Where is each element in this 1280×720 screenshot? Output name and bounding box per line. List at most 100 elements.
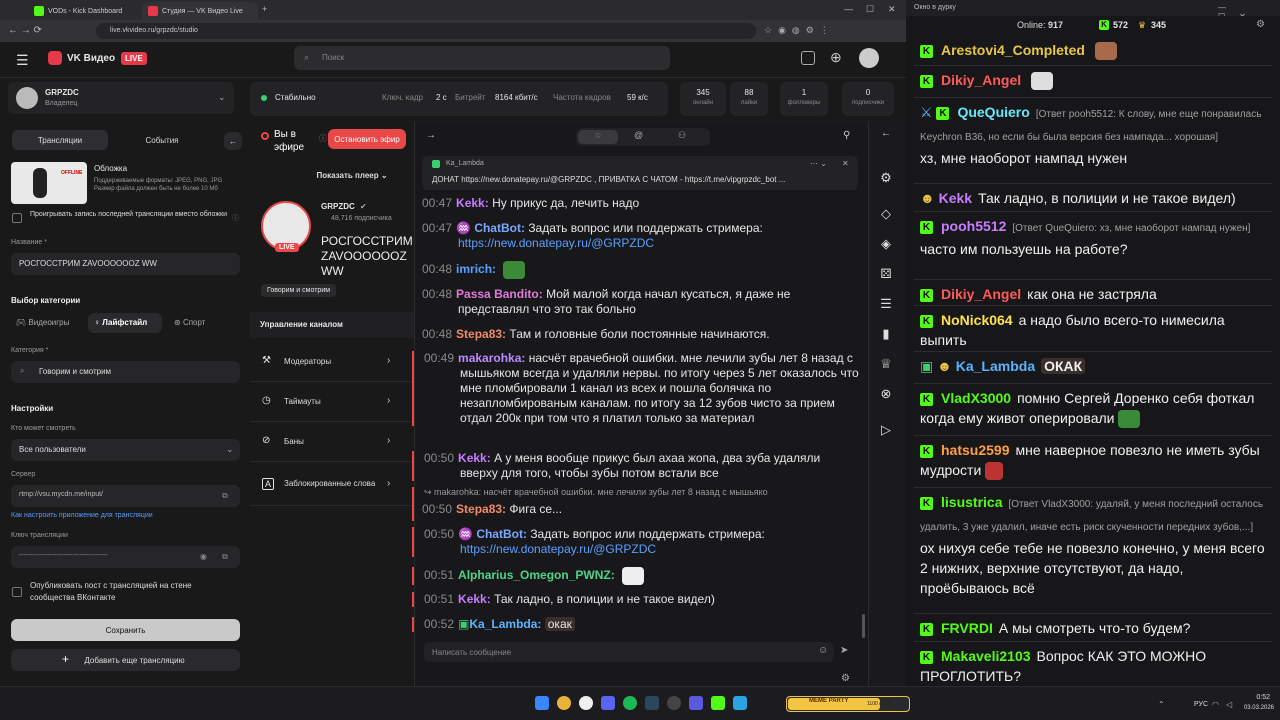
pin-icon[interactable]: ⚲ [843,130,850,141]
chat-tab-icon[interactable]: ◌ [578,130,618,144]
emoji-icon[interactable]: ☺ [818,645,828,656]
clock-date[interactable]: 03.03.2026 [1234,705,1274,711]
arrow-left-icon[interactable]: ← [877,128,895,146]
send-icon[interactable]: ➤ [840,645,848,656]
notifications-icon[interactable] [801,51,815,65]
add-stream-button[interactable]: Добавить еще трансляцию [11,649,240,671]
vk-logo[interactable]: VK Видео [67,53,115,64]
chat-input[interactable]: Написать сообщение [424,642,834,662]
cover-thumb-text: OFFLINE [61,170,83,176]
plus-icon: + [62,652,70,666]
category-sport[interactable]: ⊛ Спорт [174,318,205,327]
arrow-right-icon[interactable]: → [426,130,436,141]
app-icon[interactable] [667,696,681,710]
account-switcher[interactable] [8,82,234,114]
tab-kick[interactable]: VODs - Kick Dashboard [28,2,138,20]
kick-message: Kpooh5512 [Ответ QueQuiero: хз, мне наобо… [914,214,1272,280]
search-input[interactable]: Поиск [294,46,670,70]
chart-icon[interactable]: ▮ [877,326,895,344]
chevron-right-icon: › [387,478,391,489]
chat-message: 00:48 Stepa83: Там и головные боли постоя… [422,327,770,341]
list-icon[interactable]: ☰ [877,296,895,314]
info-icon: ⓘ [232,215,239,222]
collapse-arrow-icon[interactable]: ← [224,132,242,150]
kick-badge-icon: K [920,288,933,302]
chat-message: 00:50 Stepa83: Фига се... [422,502,563,516]
language-indicator[interactable]: РУС [1194,701,1208,708]
meme-party-widget[interactable]: MEME PARTY 1100 / 1500 [786,696,910,712]
tab-vk-studio[interactable]: Студия — VK Видео Live [142,2,258,20]
chat-settings-icon[interactable]: ⚙ [841,673,850,684]
kick-message: K VladX3000 помню Сергей Доренко себя фотк… [914,386,1272,436]
copy-icon[interactable]: ⧉ [222,552,228,562]
category-tag: Говорим и смотрим [261,284,337,297]
chrome-icon[interactable] [557,696,571,710]
kick-message: K Makaveli2103 Вопрос КАК ЭТО МОЖНО ПРОГЛО… [920,648,1207,684]
server-input[interactable]: rtmp://vsu.mycdn.me/input/ [11,485,240,507]
menu-icon[interactable]: ☰ [16,52,29,69]
chat-message: 00:47 ♒ ChatBot: Задать вопрос или поддер… [422,221,763,250]
kick-message: K Arestovi4_Completed [914,38,1272,66]
diamond-icon[interactable]: ◇ [877,206,895,224]
extensions-icon[interactable]: ☆◉◍⚙⋮ [764,25,835,36]
chat-message-highlighted: 00:50 Kekk: А у меня вообще прикус был ах… [412,451,860,481]
tray-chevron-icon[interactable]: ⌃ [1158,700,1165,709]
donate-link[interactable]: https://new.donatepay.ru/@GRPZDC [460,542,656,556]
settings-icon[interactable]: ⚙ [1256,19,1265,30]
pepe-badge-icon: ☻ [920,190,939,206]
minimize-icon[interactable]: — [844,4,853,14]
volume-icon[interactable]: ◁ [1226,700,1232,709]
cover-thumbnail[interactable]: OFFLINE [11,162,87,204]
pinned-text: ДОНАТ https://new.donatepay.ru/@GRPZDC ,… [432,175,786,184]
eye-icon[interactable]: ◉ [200,552,207,561]
save-button[interactable]: Сохранить [11,619,240,641]
close-icon[interactable]: ✕ [888,4,896,15]
stop-stream-button[interactable]: Остановить эфир [328,129,406,149]
avatar[interactable] [859,48,879,68]
donate-link[interactable]: https://new.donatepay.ru/@GRPZDC [458,236,654,250]
mention-tab-icon[interactable]: @ [634,130,643,140]
more-icon[interactable]: ⋯ ⌄ [810,159,827,168]
chat-message: 00:51 Alpharius_Omegon_PWNZ: [412,567,860,585]
tab-events[interactable]: События [116,130,208,150]
loop-checkbox[interactable] [12,213,22,223]
who-select[interactable]: Все пользователи [11,439,240,461]
howto-link[interactable]: Как настроить приложение для трансляции [11,512,153,519]
discord-icon[interactable] [601,696,615,710]
settings-icon[interactable]: ⚙ [877,170,895,188]
kick-taskbar-icon[interactable] [711,696,725,710]
gamepad-icon[interactable]: ⊗ [877,386,895,404]
dice-icon[interactable]: ⚄ [877,266,895,284]
chat-scrollbar[interactable] [862,614,865,638]
steam-icon[interactable] [645,696,659,710]
category-lifestyle[interactable]: ♀ Лайфстайл [88,313,162,333]
url-input[interactable]: live.vkvideo.ru/grpzdc/studio [96,23,756,39]
close-pin-icon[interactable]: ✕ [842,159,849,168]
vk-logo-icon [48,51,62,65]
users-tab-icon[interactable]: ⚇ [678,130,686,141]
chat-message: 00:51 Kekk: Так ладно, в полиции и не так… [412,592,860,607]
tab-streams[interactable]: Трансляции [12,130,108,150]
strawberry-emote-icon [985,462,1004,481]
lifestyle-icon: ♀ [94,318,103,327]
name-input[interactable]: РОСГОССТРИМ ZAVOOOOOOZ WW [11,253,240,275]
spotify-icon[interactable] [623,696,637,710]
obs-icon[interactable] [579,696,593,710]
show-player-button[interactable]: Показать плеер ⌄ [305,165,399,185]
category-select[interactable]: Говорим и смотрим [11,361,240,383]
windows-start-icon[interactable] [535,696,549,710]
gem-icon[interactable]: ◈ [877,236,895,254]
nav-back-icon[interactable]: ← → ⟳ [8,25,42,36]
maximize-icon[interactable]: ☐ [866,4,874,15]
media-icon[interactable] [689,696,703,710]
publish-checkbox[interactable] [12,587,22,597]
clock-time[interactable]: 0:52 [1246,694,1270,701]
trophy-icon[interactable]: ♕ [877,356,895,374]
add-icon[interactable]: ⊕ [830,49,842,66]
new-tab-icon[interactable]: + [262,4,267,14]
category-games[interactable]: 🎮︎ Видеоигры [16,318,69,327]
video-icon[interactable]: ▷ [877,422,895,440]
copy-icon[interactable]: ⧉ [222,491,228,501]
telegram-icon[interactable] [733,696,747,710]
keyframe-label: Ключ. кадр [382,93,424,102]
